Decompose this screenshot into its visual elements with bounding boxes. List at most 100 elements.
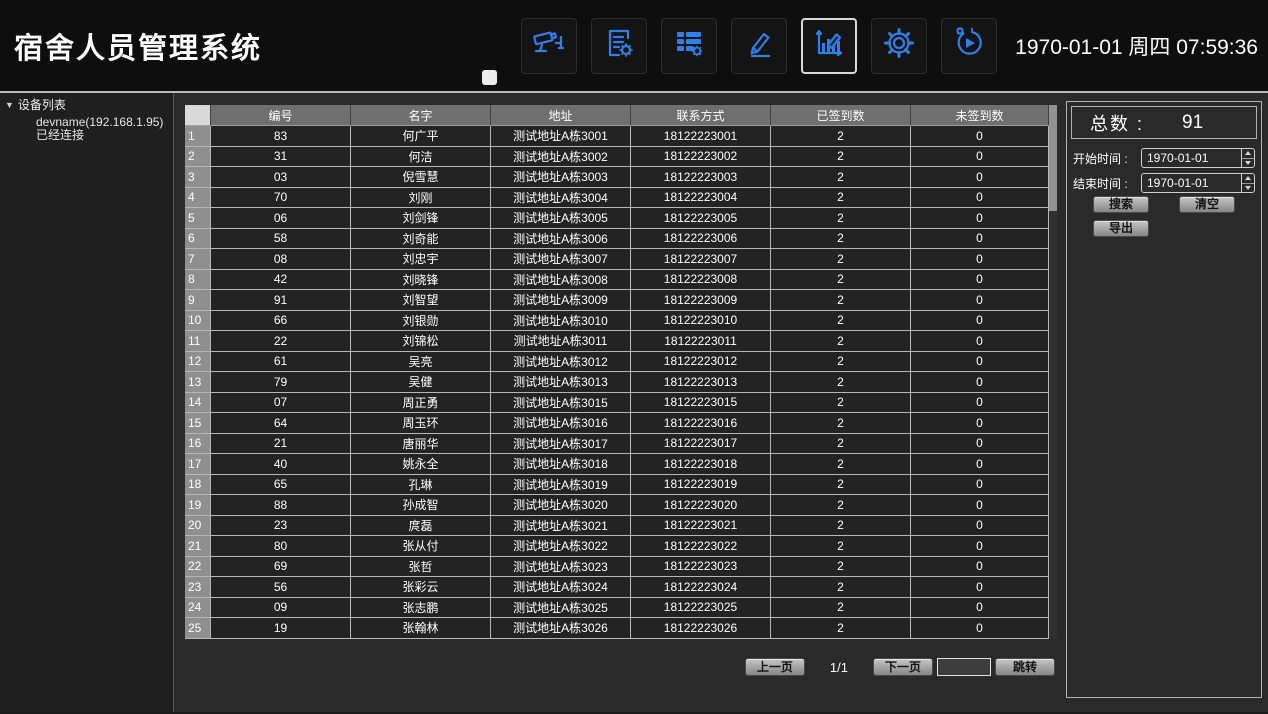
table-cell: 18122223009 — [631, 290, 771, 311]
main-area: 编号 名字 地址 联系方式 已签到数 未签到数 183何广平测试地址A栋3001… — [174, 93, 1268, 712]
table-cell: 18122223002 — [631, 147, 771, 168]
table-cell: 18122223012 — [631, 352, 771, 373]
table-cell: 0 — [911, 331, 1049, 352]
camera-icon — [530, 24, 568, 67]
table-row[interactable]: 2519张翰林测试地址A栋30261812222302620 — [185, 618, 1049, 639]
table-row[interactable]: 1122刘锦松测试地址A栋30111812222301120 — [185, 331, 1049, 352]
table-cell: 张彩云 — [351, 577, 491, 598]
table-cell: 0 — [911, 434, 1049, 455]
table-cell: 23 — [211, 516, 351, 537]
table-row[interactable]: 842刘晓锋测试地址A栋30081812222300820 — [185, 270, 1049, 291]
table-cell: 庹磊 — [351, 516, 491, 537]
table-row[interactable]: 1066刘银勋测试地址A栋30101812222301020 — [185, 311, 1049, 332]
spin-up-icon[interactable] — [1242, 174, 1254, 183]
next-page-button[interactable]: 下一页 — [873, 658, 933, 676]
device-item[interactable]: devname(192.168.1.95) 已经连接 — [36, 116, 173, 142]
table-row[interactable]: 2180张从付测试地址A栋30221812222302220 — [185, 536, 1049, 557]
table-cell: 0 — [911, 618, 1049, 639]
table-cell: 80 — [211, 536, 351, 557]
scrollbar-thumb[interactable] — [1049, 105, 1057, 211]
table-cell: 18122223017 — [631, 434, 771, 455]
splitter-handle[interactable] — [482, 70, 497, 85]
start-date-input[interactable]: 1970-01-01 — [1141, 148, 1255, 168]
table-cell: 2 — [771, 147, 911, 168]
table-cell: 测试地址A栋3013 — [491, 372, 631, 393]
table-row[interactable]: 2409张志鹏测试地址A栋30251812222302520 — [185, 598, 1049, 619]
table-cell: 70 — [211, 188, 351, 209]
table-cell: 18122223013 — [631, 372, 771, 393]
table-row[interactable]: 303倪雪慧测试地址A栋30031812222300320 — [185, 167, 1049, 188]
table-row[interactable]: 183何广平测试地址A栋30011812222300120 — [185, 126, 1049, 147]
table-cell: 0 — [911, 516, 1049, 537]
prev-page-button[interactable]: 上一页 — [745, 658, 805, 676]
table-cell: 2 — [771, 495, 911, 516]
table-row[interactable]: 658刘奇能测试地址A栋30061812222300620 — [185, 229, 1049, 250]
table-row[interactable]: 1621唐丽华测试地址A栋30171812222301720 — [185, 434, 1049, 455]
table-row[interactable]: 1740姚永全测试地址A栋30181812222301820 — [185, 454, 1049, 475]
table-row[interactable]: 1988孙成智测试地址A栋30201812222302020 — [185, 495, 1049, 516]
table-row[interactable]: 1865孔琳测试地址A栋30191812222301920 — [185, 475, 1049, 496]
end-date-input[interactable]: 1970-01-01 — [1141, 173, 1255, 193]
table-cell: 2 — [771, 454, 911, 475]
device-list-label: 设备列表 — [18, 96, 66, 113]
statistics-button[interactable] — [801, 18, 857, 74]
table-cell: 0 — [911, 536, 1049, 557]
table-row[interactable]: 2269张哲测试地址A栋30231812222302320 — [185, 557, 1049, 578]
row-index-cell: 20 — [185, 516, 211, 537]
table-cell: 18122223005 — [631, 208, 771, 229]
table-cell: 测试地址A栋3017 — [491, 434, 631, 455]
device-status: 已经连接 — [36, 129, 173, 142]
table-row[interactable]: 991刘智望测试地址A栋30091812222300920 — [185, 290, 1049, 311]
spin-up-icon[interactable] — [1242, 149, 1254, 158]
table-cell: 测试地址A栋3001 — [491, 126, 631, 147]
sign-edit-button[interactable] — [731, 18, 787, 74]
settings-button[interactable] — [871, 18, 927, 74]
database-settings-button[interactable] — [661, 18, 717, 74]
report-settings-button[interactable] — [591, 18, 647, 74]
row-index-cell: 22 — [185, 557, 211, 578]
table-cell: 测试地址A栋3025 — [491, 598, 631, 619]
table-cell: 64 — [211, 413, 351, 434]
playback-history-button[interactable] — [941, 18, 997, 74]
export-button[interactable]: 导出 — [1093, 220, 1149, 237]
table-cell: 21 — [211, 434, 351, 455]
table-row[interactable]: 2356张彩云测试地址A栋30241812222302420 — [185, 577, 1049, 598]
page-indicator: 1/1 — [830, 660, 848, 675]
table-row[interactable]: 1379吴健测试地址A栋30131812222301320 — [185, 372, 1049, 393]
table-row[interactable]: 2023庹磊测试地址A栋30211812222302120 — [185, 516, 1049, 537]
table-row[interactable]: 506刘剑锋测试地址A栋30051812222300520 — [185, 208, 1049, 229]
table-cell: 2 — [771, 126, 911, 147]
table-cell: 2 — [771, 229, 911, 250]
table-cell: 张翰林 — [351, 618, 491, 639]
table-row[interactable]: 1564周玉环测试地址A栋30161812222301620 — [185, 413, 1049, 434]
table-row[interactable]: 1261吴亮测试地址A栋30121812222301220 — [185, 352, 1049, 373]
table-row[interactable]: 470刘刚测试地址A栋30041812222300420 — [185, 188, 1049, 209]
table-cell: 42 — [211, 270, 351, 291]
table-cell: 56 — [211, 577, 351, 598]
device-list-node[interactable]: ▼ 设备列表 — [0, 96, 173, 113]
spin-down-icon[interactable] — [1242, 158, 1254, 168]
table-row[interactable]: 1407周正勇测试地址A栋30151812222301520 — [185, 393, 1049, 414]
row-index-cell: 13 — [185, 372, 211, 393]
table-cell: 18122223016 — [631, 413, 771, 434]
table-cell: 张从付 — [351, 536, 491, 557]
row-index-cell: 19 — [185, 495, 211, 516]
caret-down-icon: ▼ — [5, 100, 14, 110]
table-row[interactable]: 708刘忠宇测试地址A栋30071812222300720 — [185, 249, 1049, 270]
table-cell: 0 — [911, 372, 1049, 393]
table-cell: 唐丽华 — [351, 434, 491, 455]
table-cell: 2 — [771, 516, 911, 537]
table-cell: 88 — [211, 495, 351, 516]
table-cell: 刘剑锋 — [351, 208, 491, 229]
table-row[interactable]: 231何洁测试地址A栋30021812222300220 — [185, 147, 1049, 168]
table-cell: 2 — [771, 557, 911, 578]
clear-button[interactable]: 清空 — [1179, 196, 1235, 213]
header-address: 地址 — [491, 105, 631, 126]
camera-monitor-button[interactable] — [521, 18, 577, 74]
search-panel: 总数 : 91 开始时间 : 1970-01-01 结束时间 : 1970-01… — [1066, 101, 1262, 698]
search-button[interactable]: 搜索 — [1093, 196, 1149, 213]
jump-button[interactable]: 跳转 — [995, 658, 1055, 676]
spin-down-icon[interactable] — [1242, 183, 1254, 193]
header-name: 名字 — [351, 105, 491, 126]
jump-page-input[interactable] — [937, 658, 991, 676]
